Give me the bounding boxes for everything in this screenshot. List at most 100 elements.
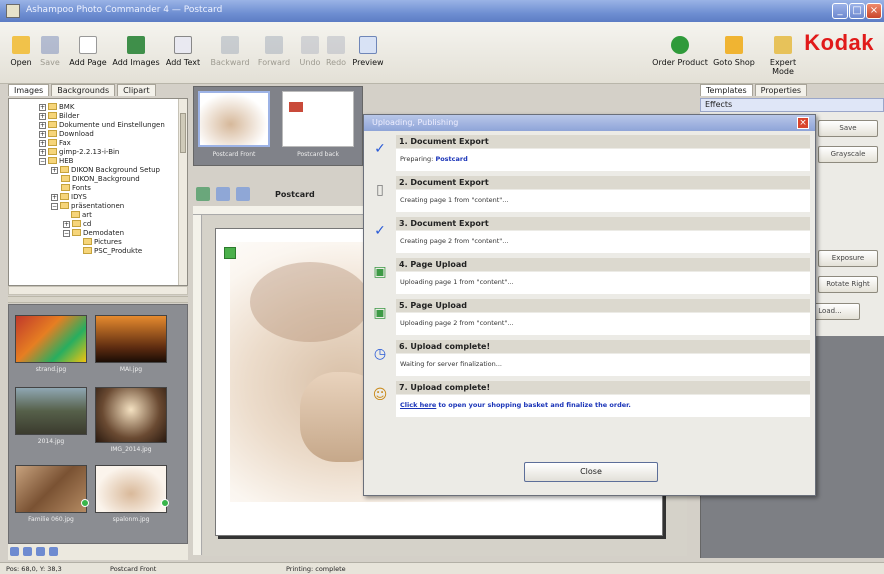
tab-backgrounds[interactable]: Backgrounds: [51, 84, 116, 96]
page-thumb-front[interactable]: [198, 91, 270, 147]
tree-item[interactable]: + Download: [39, 130, 94, 138]
page-thumb-back[interactable]: [282, 91, 354, 147]
thumbnail[interactable]: spalonm.jpg: [95, 465, 169, 523]
folder-icon: [48, 112, 57, 119]
tree-item[interactable]: + IDYS: [51, 193, 87, 201]
tree-item[interactable]: − HEB: [39, 157, 74, 165]
tree-scrollbar[interactable]: [178, 99, 187, 285]
maximize-button[interactable]: □: [849, 3, 865, 19]
tab-properties[interactable]: Properties: [754, 84, 808, 96]
tree-item[interactable]: PSC_Produkte: [83, 247, 142, 255]
expand-icon[interactable]: +: [51, 194, 58, 201]
expand-icon[interactable]: +: [63, 221, 70, 228]
step-detail: Uploading page 2 from "content"...: [396, 313, 810, 335]
expand-icon[interactable]: +: [39, 122, 46, 129]
expand-icon[interactable]: −: [51, 203, 58, 210]
right-tabs: Templates Properties: [700, 84, 884, 98]
tab-images[interactable]: Images: [8, 84, 50, 96]
thumbnail-caption: Familie 060.jpg: [28, 516, 74, 523]
preview-button[interactable]: Preview: [350, 30, 386, 78]
tree-hscrollbar[interactable]: [8, 286, 188, 295]
wand-icon: [774, 36, 792, 54]
tree-item[interactable]: + cd: [63, 220, 91, 228]
thumbnail[interactable]: IMG_2014.jpg: [95, 387, 167, 453]
order-product-button[interactable]: Order Product: [652, 30, 708, 78]
add-images-button[interactable]: Add Images: [112, 30, 160, 78]
open-label: Open: [10, 58, 32, 67]
tab-clipart[interactable]: Clipart: [117, 84, 156, 96]
tree-item[interactable]: Fonts: [61, 184, 91, 192]
add-text-button[interactable]: Add Text: [164, 30, 202, 78]
tree-item[interactable]: art: [71, 211, 92, 219]
left-tabs: Images Backgrounds Clipart: [8, 84, 188, 98]
expand-icon[interactable]: +: [39, 149, 46, 156]
redo-button[interactable]: Redo: [324, 30, 348, 78]
backward-button[interactable]: Backward: [208, 30, 252, 78]
tree-item[interactable]: + Fax: [39, 139, 71, 147]
goto-shop-button[interactable]: Goto Shop: [712, 30, 756, 78]
thumbnail-image: [95, 465, 167, 513]
expand-icon[interactable]: +: [51, 167, 58, 174]
check-icon: [81, 499, 89, 507]
basket-link[interactable]: Click here: [400, 401, 436, 409]
expand-icon[interactable]: −: [39, 158, 46, 165]
tree-item[interactable]: Pictures: [83, 238, 122, 246]
zoom-in-icon[interactable]: [10, 547, 19, 556]
tree-item[interactable]: + Bilder: [39, 112, 79, 120]
expert-mode-button[interactable]: Expert Mode: [758, 30, 808, 78]
close-window-button[interactable]: ×: [866, 3, 882, 19]
zoom-in-icon[interactable]: [216, 187, 230, 201]
panel-splitter[interactable]: [8, 296, 188, 303]
tree-item[interactable]: − Demodaten: [63, 229, 124, 237]
refresh-icon[interactable]: [49, 547, 58, 556]
zoom-out-icon[interactable]: [23, 547, 32, 556]
tree-item[interactable]: + BMK: [39, 103, 74, 111]
open-button[interactable]: Open: [10, 30, 32, 78]
exposure-button[interactable]: Exposure: [818, 250, 878, 267]
step-title: 7. Upload complete!: [396, 381, 810, 394]
thumbnail[interactable]: Familie 060.jpg: [15, 465, 89, 523]
dialog-title: Uploading, Publishing: [372, 118, 459, 127]
expand-icon[interactable]: −: [63, 230, 70, 237]
grayscale-button[interactable]: Grayscale: [818, 146, 878, 163]
scroll-thumb[interactable]: [180, 113, 186, 153]
page-caption-back: Postcard back: [297, 151, 339, 158]
zoom-out-icon[interactable]: [236, 187, 250, 201]
tree-item[interactable]: DIKON_Background: [61, 175, 140, 183]
step-row: ◷ 6. Upload complete! Waiting for server…: [370, 340, 810, 378]
tree-item-label: Demodaten: [83, 229, 125, 237]
status-coords: Pos: 68,0, Y: 38,3: [6, 565, 62, 573]
step-detail: Preparing: Postcard: [396, 149, 810, 171]
thumbnail[interactable]: 2014.jpg: [15, 387, 87, 445]
grid-icon[interactable]: [196, 187, 210, 201]
tree-item[interactable]: + gimp-2.2.13-i-Bin: [39, 148, 119, 156]
step-title: 1. Document Export: [396, 135, 810, 148]
expand-icon[interactable]: +: [39, 104, 46, 111]
thumbnail[interactable]: MAI.jpg: [95, 315, 167, 373]
thumbnail[interactable]: strand.jpg: [15, 315, 87, 373]
filter-icon[interactable]: [36, 547, 45, 556]
step-title: 5. Page Upload: [396, 299, 810, 312]
save-effect-button[interactable]: Save: [818, 120, 878, 137]
tree-item-label: gimp-2.2.13-i-Bin: [59, 148, 120, 156]
undo-label: Undo: [299, 58, 321, 67]
expand-icon[interactable]: +: [39, 113, 46, 120]
dialog-close-icon[interactable]: ×: [797, 117, 809, 129]
forward-button[interactable]: Forward: [254, 30, 294, 78]
folder-icon: [61, 175, 70, 182]
upload-icon: ▣: [373, 305, 387, 321]
tree-item[interactable]: + DIKON Background Setup: [51, 166, 160, 174]
tree-item[interactable]: − präsentationen: [51, 202, 124, 210]
undo-button[interactable]: Undo: [298, 30, 322, 78]
rotate-right-button[interactable]: Rotate Right: [818, 276, 878, 293]
expand-icon[interactable]: +: [39, 131, 46, 138]
add-page-button[interactable]: Add Page: [68, 30, 108, 78]
tree-item[interactable]: + Dokumente und Einstellungen: [39, 121, 165, 129]
minimize-button[interactable]: _: [832, 3, 848, 19]
close-button[interactable]: Close: [524, 462, 658, 482]
save-button[interactable]: Save: [38, 30, 62, 78]
save-label: Save: [40, 58, 60, 67]
expand-icon[interactable]: +: [39, 140, 46, 147]
tab-templates[interactable]: Templates: [700, 84, 753, 96]
status-page: Postcard Front: [110, 565, 157, 573]
